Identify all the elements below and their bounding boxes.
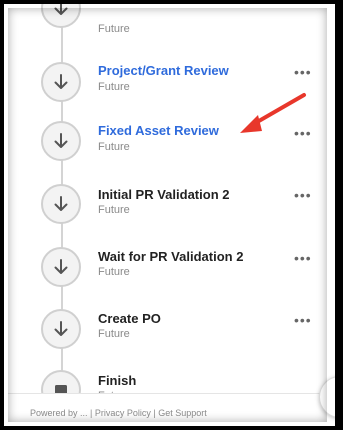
download-arrow-icon (334, 390, 343, 404)
more-options-button[interactable]: ••• (294, 64, 312, 80)
more-options-button[interactable]: ••• (294, 250, 312, 266)
footer-bar: Powered by ... | Privacy Policy | Get Su… (8, 393, 327, 422)
footer-text[interactable]: Powered by ... | Privacy Policy | Get Su… (30, 408, 207, 418)
step-status: Future (98, 266, 130, 278)
step-title: Initial PR Validation 2 (98, 187, 230, 202)
timeline-step: Finish Future (4, 4, 335, 410)
step-title-link[interactable]: Fixed Asset Review (98, 123, 219, 138)
step-title: Create PO (98, 311, 161, 326)
red-arrow-annotation (240, 93, 306, 133)
arrow-down-icon (41, 121, 81, 161)
more-options-button[interactable]: ••• (294, 312, 312, 328)
step-status: Future (98, 141, 130, 153)
arrow-down-icon (41, 184, 81, 224)
more-options-button[interactable]: ••• (294, 187, 312, 203)
timeline-panel: Future Project/Grant Review Future ••• F… (0, 0, 343, 430)
arrow-down-icon (41, 62, 81, 102)
arrow-down-icon (41, 309, 81, 349)
step-status: Future (98, 204, 130, 216)
step-status: Future (98, 328, 130, 340)
step-title: Finish (98, 373, 137, 388)
step-title: Wait for PR Validation 2 (98, 249, 244, 264)
arrow-down-icon (41, 247, 81, 287)
step-title-link[interactable]: Project/Grant Review (98, 63, 229, 78)
step-status: Future (98, 81, 130, 93)
